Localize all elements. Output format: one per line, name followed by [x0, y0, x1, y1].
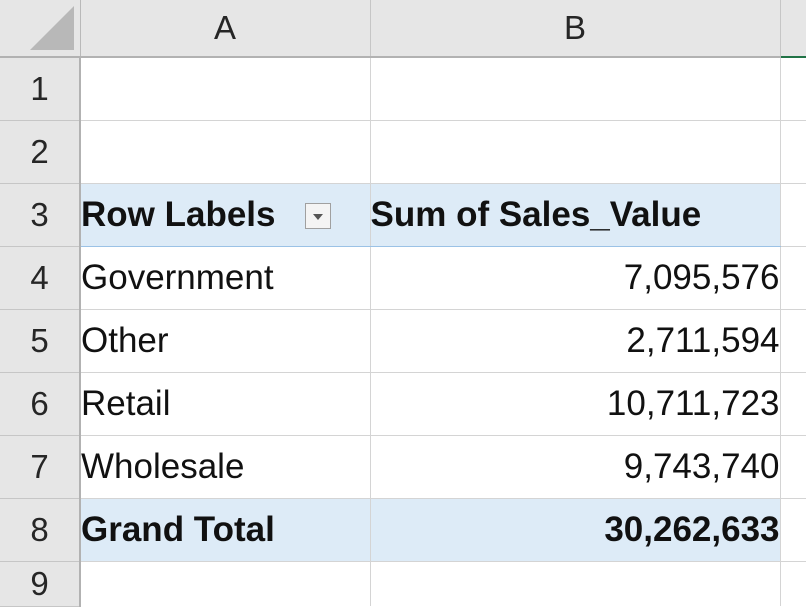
cell-b9[interactable]: [370, 561, 781, 606]
column-header-a[interactable]: A: [80, 0, 371, 58]
cell-b8[interactable]: 30,262,633: [370, 497, 781, 562]
cell-b2[interactable]: [370, 120, 781, 184]
pivot-row-wholesale: 7 Wholesale 9,743,740: [0, 435, 806, 499]
cell-c7[interactable]: [780, 435, 806, 499]
cell-a8[interactable]: Grand Total: [80, 497, 371, 562]
pivot-row-government: 4 Government 7,095,576: [0, 246, 806, 310]
select-all-button[interactable]: [0, 0, 81, 58]
row-header-9[interactable]: 9: [0, 561, 81, 607]
cell-a6[interactable]: Retail: [80, 372, 371, 436]
pivot-header-row: 3 Row Labels Sum of Sales_Value: [0, 183, 806, 247]
cell-a2[interactable]: [80, 120, 371, 184]
cell-b5[interactable]: 2,711,594: [370, 309, 781, 373]
column-header-c[interactable]: [780, 0, 806, 58]
cell-b1[interactable]: [370, 57, 781, 121]
sheet-row-2: 2: [0, 120, 806, 184]
pivot-grand-total-row: 8 Grand Total 30,262,633: [0, 497, 806, 562]
row-header-2[interactable]: 2: [0, 120, 81, 184]
dropdown-arrow-icon: [313, 214, 324, 221]
cell-c5[interactable]: [780, 309, 806, 373]
cell-b6[interactable]: 10,711,723: [370, 372, 781, 436]
column-header-row: A B: [0, 0, 806, 58]
row-header-3[interactable]: 3: [0, 183, 81, 247]
pivot-row-labels-cell[interactable]: Row Labels: [80, 183, 371, 247]
cell-a1[interactable]: [80, 57, 371, 121]
cell-a7[interactable]: Wholesale: [80, 435, 371, 499]
row-header-5[interactable]: 5: [0, 309, 81, 373]
row-header-1[interactable]: 1: [0, 57, 81, 121]
spreadsheet-grid: A B 1 2 3 Row Labels Sum of Sales_Value …: [0, 0, 806, 607]
cell-c8[interactable]: [780, 498, 806, 562]
cell-c9[interactable]: [780, 561, 806, 606]
row-header-8[interactable]: 8: [0, 498, 81, 562]
pivot-values-header-cell[interactable]: Sum of Sales_Value: [370, 183, 781, 247]
cell-a5[interactable]: Other: [80, 309, 371, 373]
pivot-row-retail: 6 Retail 10,711,723: [0, 372, 806, 436]
pivot-row-labels-text: Row Labels: [81, 194, 276, 234]
cell-c6[interactable]: [780, 372, 806, 436]
cell-b4[interactable]: 7,095,576: [370, 246, 781, 310]
cell-c4[interactable]: [780, 246, 806, 310]
pivot-row-other: 5 Other 2,711,594: [0, 309, 806, 373]
sheet-row-1: 1: [0, 57, 806, 121]
cell-b7[interactable]: 9,743,740: [370, 435, 781, 499]
cell-c2[interactable]: [780, 120, 806, 184]
cell-c1[interactable]: [780, 57, 806, 121]
row-header-7[interactable]: 7: [0, 435, 81, 499]
row-header-6[interactable]: 6: [0, 372, 81, 436]
row-header-4[interactable]: 4: [0, 246, 81, 310]
select-all-triangle-icon: [29, 6, 74, 50]
row-labels-filter-button[interactable]: [305, 203, 332, 230]
column-header-b[interactable]: B: [370, 0, 781, 58]
sheet-row-9: 9: [0, 561, 806, 607]
cell-a9[interactable]: [80, 561, 371, 606]
cell-a4[interactable]: Government: [80, 246, 371, 310]
cell-c3[interactable]: [780, 183, 806, 247]
